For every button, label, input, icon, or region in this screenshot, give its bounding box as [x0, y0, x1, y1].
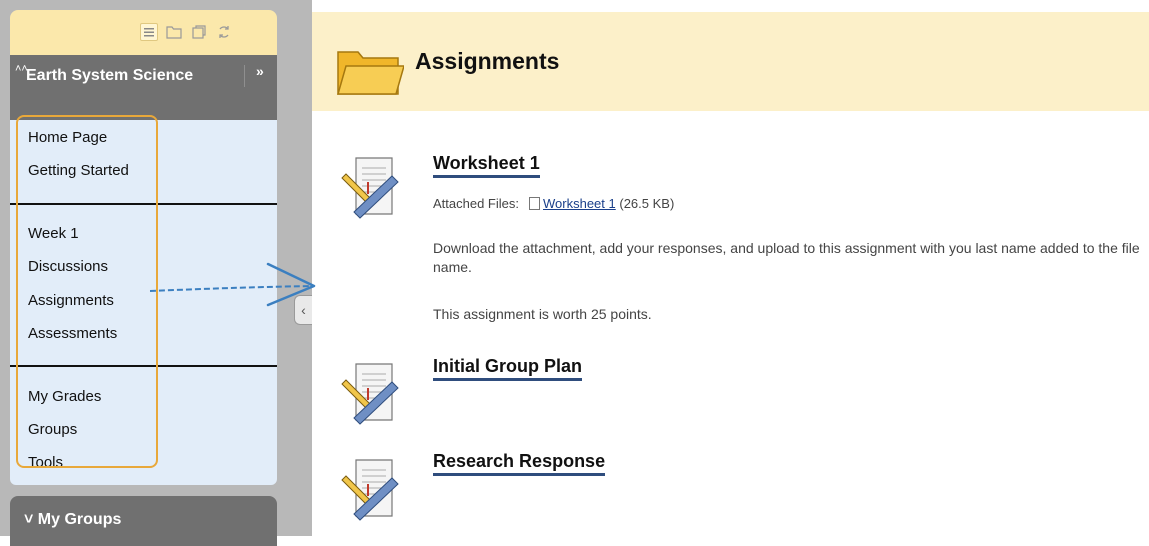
assignment-title-worksheet-1[interactable]: Worksheet 1 [433, 153, 540, 178]
content-area: Assignments Worksheet 1 Attached Files: W… [312, 0, 1149, 536]
assignment-icon [341, 363, 399, 425]
page-header: Assignments [312, 12, 1149, 111]
attachment-link[interactable]: Worksheet 1 [543, 196, 616, 211]
assignment-icon [341, 157, 399, 219]
page-title: Assignments [415, 48, 560, 74]
folder-icon [337, 51, 404, 95]
assignment-points: This assignment is worth 25 points. [433, 306, 652, 322]
attached-files-row: Attached Files: Worksheet 1 (26.5 KB) [433, 196, 674, 211]
assignment-description: Download the attachment, add your respon… [433, 240, 1140, 275]
assignment-title-research-response[interactable]: Research Response [433, 451, 606, 476]
assignment-title-initial-group-plan[interactable]: Initial Group Plan [433, 356, 583, 381]
annotation-arrow [149, 262, 316, 307]
attached-files-label: Attached Files: [433, 196, 519, 211]
attachment-size: (26.5 KB) [619, 196, 675, 211]
assignment-icon [341, 459, 399, 521]
file-icon [529, 197, 540, 210]
